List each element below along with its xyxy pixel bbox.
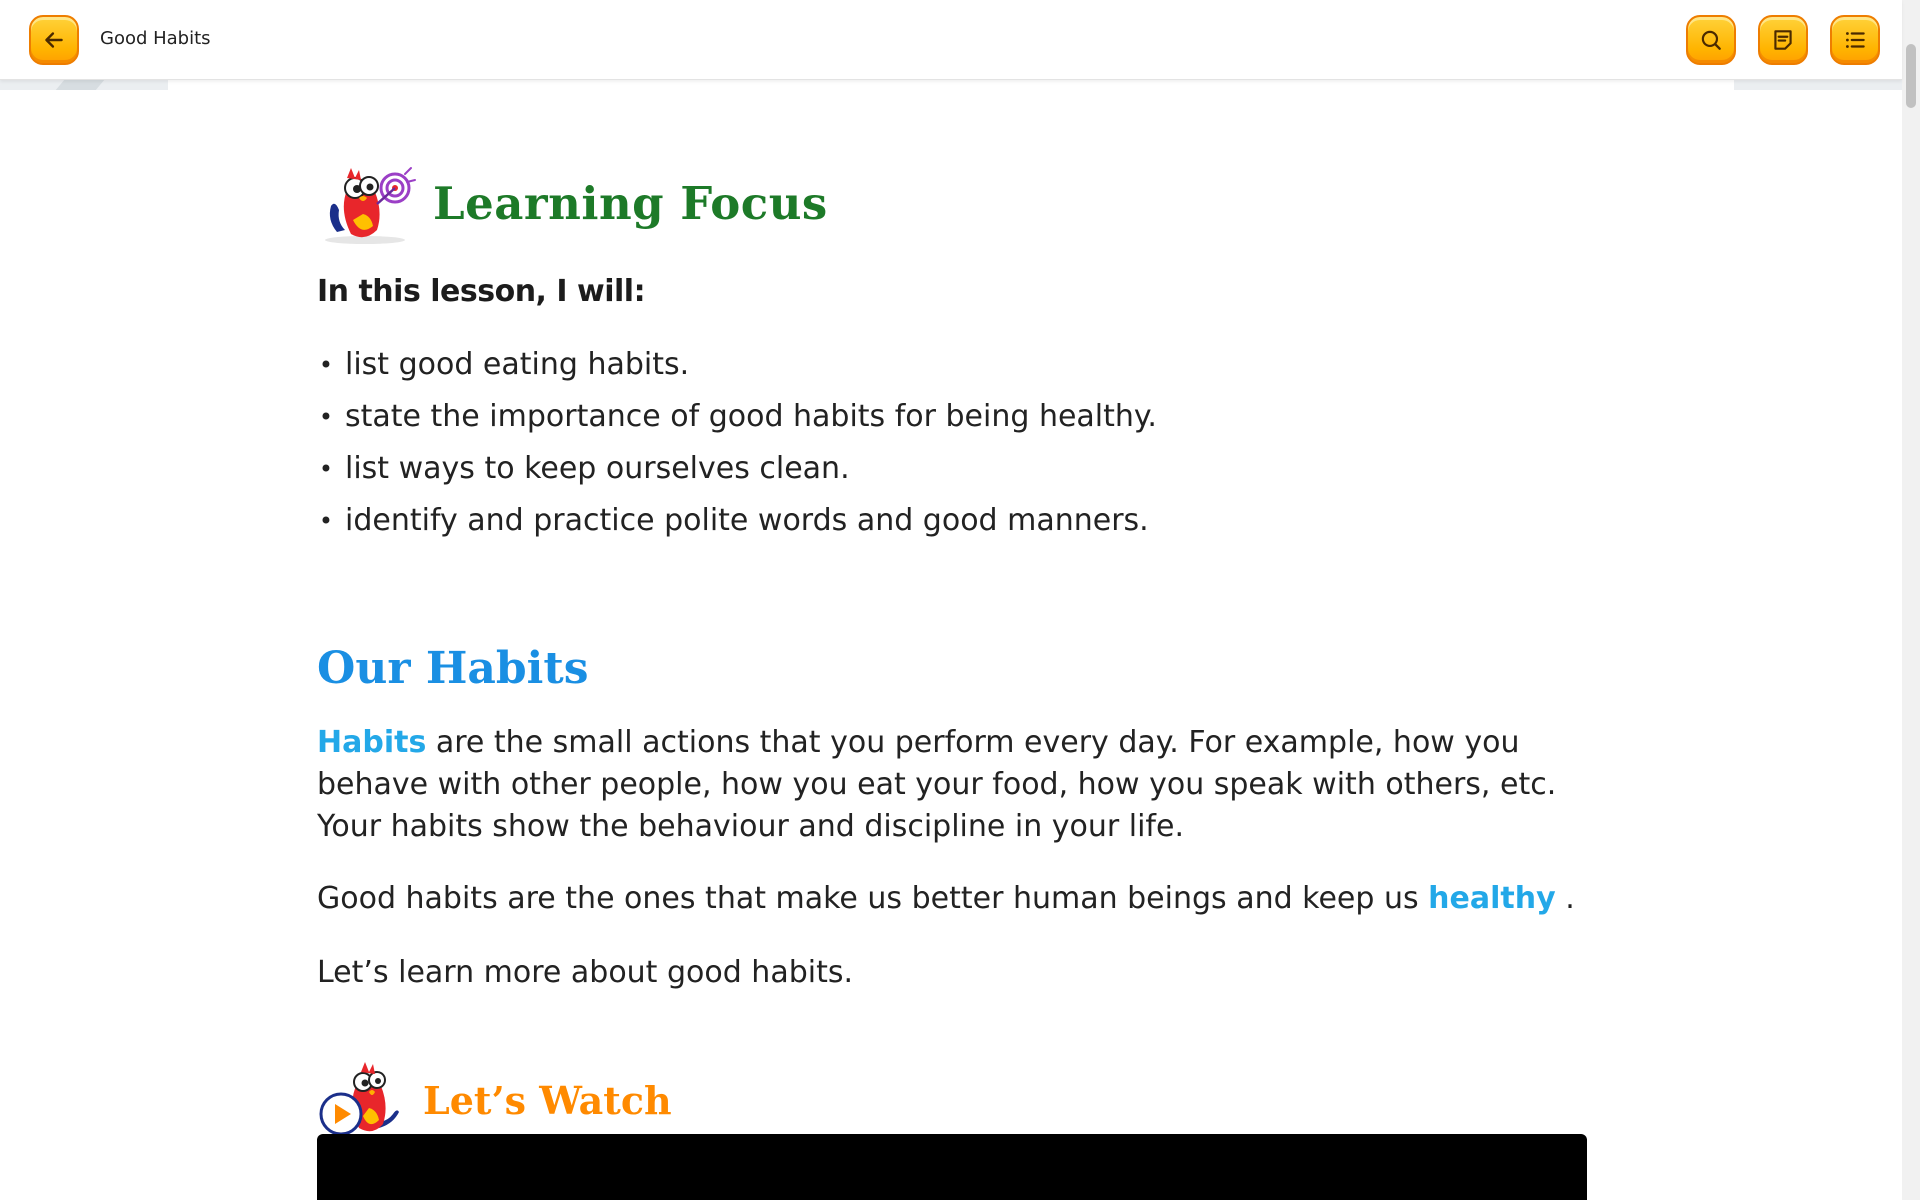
list-item-text: identify and practice polite words and g… xyxy=(345,503,1149,538)
search-icon xyxy=(1701,30,1721,50)
paragraph-text: are the small actions that you perform e… xyxy=(317,725,1557,844)
learning-focus-heading: Learning Focus xyxy=(317,160,1587,246)
list-item-text: list ways to keep ourselves clean. xyxy=(345,451,850,486)
band-decoration xyxy=(55,80,105,90)
page-title: Good Habits xyxy=(100,28,211,49)
habits-keyword-link[interactable]: Habits xyxy=(317,725,426,760)
list-item-text: list good eating habits. xyxy=(345,347,690,382)
paragraph-text: . xyxy=(1555,881,1575,916)
menu-button[interactable] xyxy=(1830,15,1880,65)
notes-icon xyxy=(1774,30,1792,50)
bullet: • xyxy=(318,507,334,535)
lesson-content: Learning Focus In this lesson, I will: •… xyxy=(317,160,1587,1142)
back-button[interactable] xyxy=(29,15,79,65)
bullet: • xyxy=(318,455,334,483)
bullet: • xyxy=(318,351,334,379)
scrollbar-thumb[interactable] xyxy=(1906,44,1916,108)
healthy-keyword-link[interactable]: healthy xyxy=(1428,881,1556,916)
bullet: • xyxy=(318,403,334,431)
content-sheet-top xyxy=(168,80,1734,90)
list-item: • identify and practice polite words and … xyxy=(317,495,1587,547)
learning-focus-title: Learning Focus xyxy=(433,176,828,230)
lets-watch-title: Let’s Watch xyxy=(423,1077,672,1123)
parrot-mascot-play-icon xyxy=(319,1062,399,1136)
list-item: • list ways to keep ourselves clean. xyxy=(317,443,1587,495)
video-player[interactable] xyxy=(317,1134,1587,1200)
paragraph-text: Good habits are the ones that make us be… xyxy=(317,881,1429,916)
lets-watch-heading: Let’s Watch xyxy=(317,1058,1587,1142)
list-item: • list good eating habits. xyxy=(317,339,1587,391)
parrot-mascot-target-icon xyxy=(325,167,416,244)
good-habits-paragraph: Good habits are the ones that make us be… xyxy=(317,878,1587,920)
scrollbar[interactable] xyxy=(1902,0,1920,1200)
lesson-intro: In this lesson, I will: xyxy=(317,274,646,309)
learn-more-paragraph: Let’s learn more about good habits. xyxy=(317,955,854,990)
list-item: • state the importance of good habits for… xyxy=(317,391,1587,443)
search-button[interactable] xyxy=(1686,15,1736,65)
our-habits-title: Our Habits xyxy=(317,643,589,694)
list-item-text: state the importance of good habits for … xyxy=(345,399,1157,434)
notes-button[interactable] xyxy=(1758,15,1808,65)
learning-focus-list: • list good eating habits. • state the imp… xyxy=(317,339,1587,547)
habits-definition-paragraph: Habits are the small actions that you pe… xyxy=(317,722,1587,848)
list-menu-icon xyxy=(1846,32,1865,48)
top-bar: Good Habits xyxy=(0,0,1902,80)
arrow-left-icon xyxy=(45,32,63,48)
